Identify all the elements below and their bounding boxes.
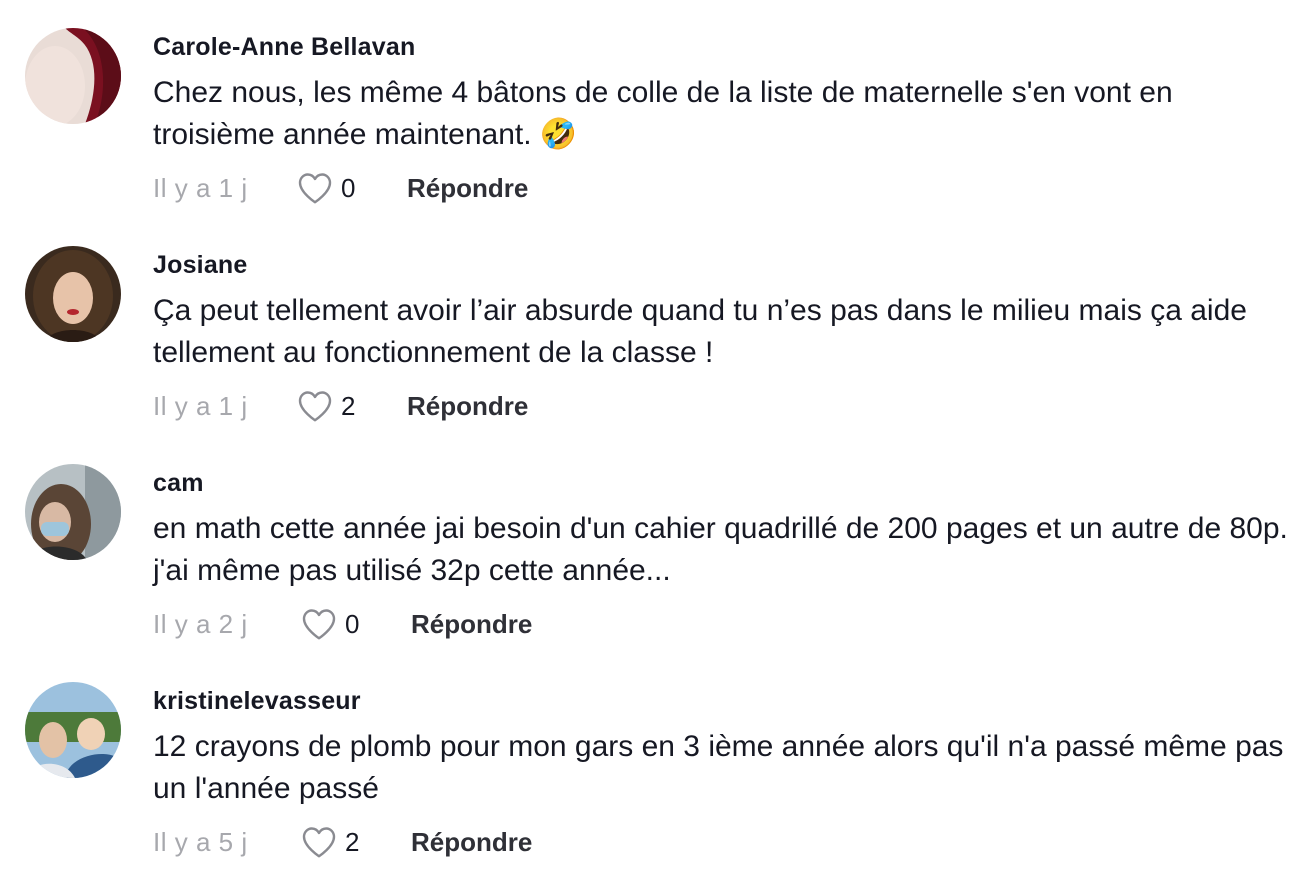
avatar-image bbox=[25, 682, 121, 778]
avatar[interactable] bbox=[25, 682, 121, 778]
comment-item: Carole-Anne Bellavan Chez nous, les même… bbox=[0, 0, 1306, 218]
comment-text: 12 crayons de plomb pour mon gars en 3 i… bbox=[153, 726, 1293, 810]
comment-text-body: Chez nous, les même 4 bâtons de colle de… bbox=[153, 76, 1173, 151]
avatar[interactable] bbox=[25, 246, 121, 342]
comment-meta: Il y a 5 j 2 Répondre bbox=[153, 825, 532, 859]
rofl-emoji: 🤣 bbox=[539, 117, 578, 152]
comment-author[interactable]: Carole-Anne Bellavan bbox=[153, 33, 415, 62]
reply-button[interactable]: Répondre bbox=[411, 827, 532, 858]
avatar[interactable] bbox=[25, 464, 121, 560]
heart-outline-icon bbox=[302, 827, 336, 858]
avatar-image bbox=[25, 28, 121, 124]
like-count: 2 bbox=[341, 390, 356, 421]
comment-item: Josiane Ça peut tellement avoir l’air ab… bbox=[0, 218, 1306, 436]
comment-text-body: 12 crayons de plomb pour mon gars en 3 i… bbox=[153, 730, 1284, 805]
reply-button[interactable]: Répondre bbox=[411, 609, 532, 640]
comment-timestamp: Il y a 1 j bbox=[153, 172, 248, 203]
comment-text: Ça peut tellement avoir l’air absurde qu… bbox=[153, 290, 1293, 374]
comment-meta: Il y a 1 j 0 Répondre bbox=[153, 171, 528, 205]
like-button[interactable]: 2 bbox=[301, 825, 411, 859]
like-count: 0 bbox=[341, 172, 356, 203]
comment-meta: Il y a 1 j 2 Répondre bbox=[153, 389, 528, 423]
avatar-image bbox=[25, 246, 121, 342]
reply-button[interactable]: Répondre bbox=[407, 391, 528, 422]
heart-outline-icon bbox=[298, 173, 332, 204]
like-button[interactable]: 0 bbox=[297, 171, 407, 205]
comment-author[interactable]: Josiane bbox=[153, 251, 248, 280]
heart-outline-icon bbox=[298, 391, 332, 422]
comment-timestamp: Il y a 5 j bbox=[153, 826, 248, 857]
heart-outline-icon bbox=[302, 609, 336, 640]
avatar[interactable] bbox=[25, 28, 121, 124]
comment-item: cam en math cette année jai besoin d'un … bbox=[0, 436, 1306, 654]
like-count: 0 bbox=[345, 608, 360, 639]
comment-item: kristinelevasseur 12 crayons de plomb po… bbox=[0, 654, 1306, 872]
reply-button[interactable]: Répondre bbox=[407, 173, 528, 204]
comment-text: en math cette année jai besoin d'un cahi… bbox=[153, 508, 1293, 592]
like-button[interactable]: 0 bbox=[301, 607, 411, 641]
comment-author[interactable]: cam bbox=[153, 469, 204, 498]
comment-author[interactable]: kristinelevasseur bbox=[153, 687, 361, 716]
like-count: 2 bbox=[345, 826, 360, 857]
comment-text-body: Ça peut tellement avoir l’air absurde qu… bbox=[153, 294, 1247, 369]
comment-meta: Il y a 2 j 0 Répondre bbox=[153, 607, 532, 641]
comment-list: Carole-Anne Bellavan Chez nous, les même… bbox=[0, 0, 1306, 880]
comment-timestamp: Il y a 2 j bbox=[153, 608, 248, 639]
comment-text-body: en math cette année jai besoin d'un cahi… bbox=[153, 512, 1288, 587]
like-button[interactable]: 2 bbox=[297, 389, 407, 423]
comment-text: Chez nous, les même 4 bâtons de colle de… bbox=[153, 72, 1293, 156]
comment-timestamp: Il y a 1 j bbox=[153, 390, 248, 421]
avatar-image bbox=[25, 464, 121, 560]
